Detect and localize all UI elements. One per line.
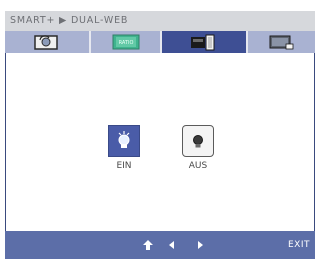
left-arrow-icon <box>169 241 174 249</box>
option-aus-button[interactable] <box>182 125 214 157</box>
option-aus-label: AUS <box>188 161 208 171</box>
bulb-off-icon <box>193 135 203 148</box>
exit-button[interactable]: EXIT <box>288 240 310 250</box>
content-area: EIN AUS <box>5 53 315 231</box>
header-bar: SMART+ ▶ DUAL-WEB <box>5 11 315 31</box>
tab-monitor-rotate[interactable] <box>5 31 89 53</box>
osd-window: SMART+ ▶ DUAL-WEB RATIO EIN AUS EXIT <box>5 11 315 259</box>
up-button[interactable] <box>142 239 154 254</box>
tab-monitor-settings[interactable] <box>248 31 315 53</box>
bulb-on-icon <box>118 131 130 148</box>
left-button[interactable] <box>168 240 176 253</box>
option-ein-label: EIN <box>116 161 132 171</box>
breadcrumb: SMART+ ▶ DUAL-WEB <box>10 15 129 26</box>
right-arrow-icon <box>198 241 203 249</box>
monitor-settings-icon <box>269 35 294 50</box>
svg-text:RATIO: RATIO <box>119 40 134 46</box>
monitor-rotate-icon <box>34 35 58 50</box>
up-arrow-icon <box>143 240 153 250</box>
right-button[interactable] <box>196 240 204 253</box>
option-ein-button[interactable] <box>108 125 140 157</box>
tab-dual-web[interactable] <box>162 31 246 53</box>
dual-web-icon <box>191 34 215 51</box>
ratio-icon: RATIO <box>112 34 140 50</box>
tab-bar: RATIO <box>5 31 315 53</box>
footer-bar: EXIT <box>5 231 315 259</box>
tab-ratio[interactable]: RATIO <box>91 31 160 53</box>
